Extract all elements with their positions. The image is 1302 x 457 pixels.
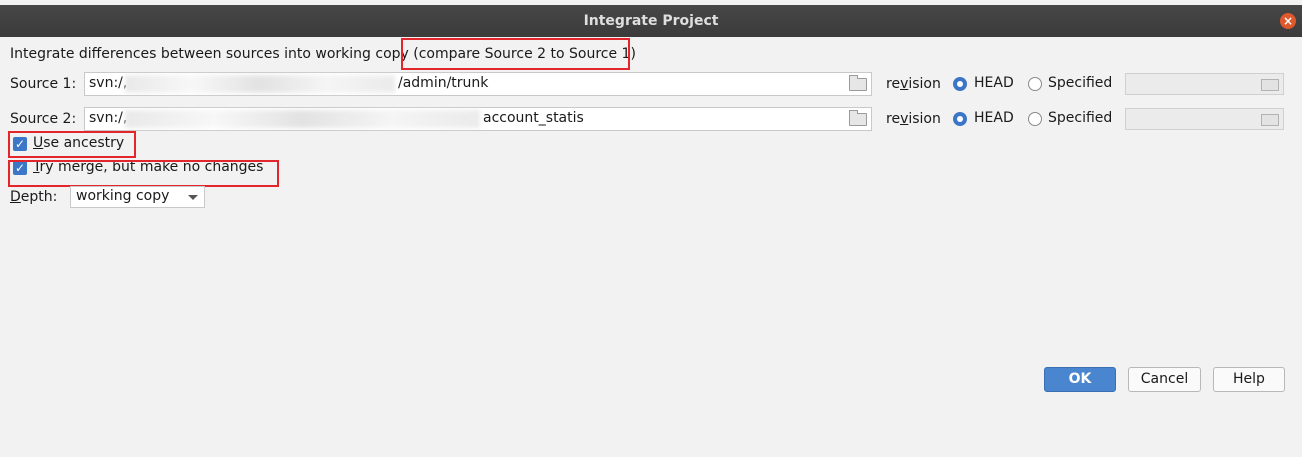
cancel-button[interactable]: Cancel — [1128, 367, 1201, 392]
source2-specified-radio[interactable] — [1028, 112, 1042, 126]
source1-label: Source 1: — [10, 76, 77, 92]
highlight-box-compare — [401, 38, 630, 70]
folder-icon[interactable] — [1261, 79, 1279, 91]
source1-head-radio[interactable] — [953, 77, 967, 91]
source2-head-radio[interactable] — [953, 112, 967, 126]
source2-head-label: HEAD — [974, 110, 1014, 126]
source1-url-suffix: /admin/trunk — [398, 75, 489, 91]
folder-icon[interactable] — [849, 110, 867, 126]
highlight-box-try-merge — [8, 160, 279, 187]
source2-url-suffix: account_statis — [483, 110, 584, 126]
source1-specified-label: Specified — [1048, 75, 1113, 91]
source1-url-field[interactable]: svn:/, /admin/trunk — [84, 72, 872, 96]
folder-icon[interactable] — [849, 75, 867, 91]
chevron-down-icon — [188, 195, 198, 200]
title-bar: Integrate Project × — [0, 5, 1302, 37]
source1-url-prefix: svn:/, — [89, 75, 128, 91]
depth-value: working copy — [76, 188, 170, 204]
source2-label: Source 2: — [10, 111, 77, 127]
source1-revision-field[interactable] — [1125, 73, 1284, 95]
window-title: Integrate Project — [583, 13, 719, 29]
source2-url-prefix: svn:/, — [89, 110, 128, 126]
depth-select[interactable]: working copy — [70, 186, 205, 208]
redacted-region — [125, 110, 480, 128]
folder-icon[interactable] — [1261, 114, 1279, 126]
source2-revision-field[interactable] — [1125, 108, 1284, 130]
depth-label: Depth: — [10, 189, 58, 205]
source2-url-field[interactable]: svn:/, account_statis — [84, 107, 872, 131]
source1-specified-radio[interactable] — [1028, 77, 1042, 91]
redacted-region — [125, 75, 395, 93]
help-button[interactable]: Help — [1213, 367, 1285, 392]
source2-specified-label: Specified — [1048, 110, 1113, 126]
close-icon[interactable]: × — [1280, 13, 1296, 29]
source1-revision-label: revision — [886, 76, 941, 92]
source1-head-label: HEAD — [974, 75, 1014, 91]
description-prefix: Integrate differences between sources in… — [10, 46, 414, 62]
source2-revision-label: revision — [886, 111, 941, 127]
highlight-box-ancestry — [8, 131, 136, 158]
ok-button[interactable]: OK — [1044, 367, 1116, 392]
